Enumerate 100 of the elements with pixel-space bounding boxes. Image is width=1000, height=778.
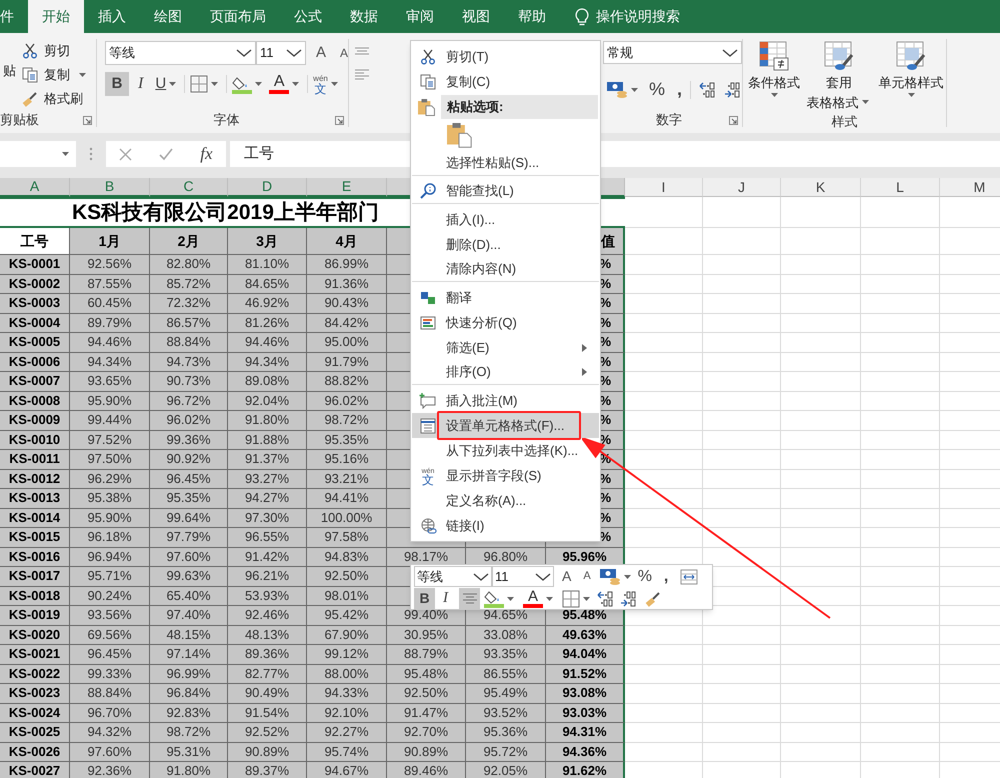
caret-icon[interactable] [330,82,338,86]
caret-icon[interactable] [631,88,638,92]
ribbon-tab[interactable]: 审阅 [392,0,448,33]
copy-icon[interactable] [22,67,38,83]
fill-bucket-icon[interactable] [232,74,252,94]
caret-icon[interactable] [292,82,300,86]
ribbon-tab[interactable]: 帮助 [504,0,560,33]
caret-icon[interactable] [169,82,176,86]
chevron-down-icon[interactable] [236,48,252,58]
menu-item[interactable]: 排序(O) [412,360,599,385]
comma-button[interactable]: , [677,76,682,103]
italic-button[interactable]: I [138,72,144,96]
font-color-button[interactable]: A [269,74,290,94]
globe-icon[interactable] [420,518,436,534]
chevron-down-icon[interactable] [286,48,302,58]
column-header[interactable]: I [625,178,703,197]
number-format-dropdown[interactable]: 常规 [603,41,742,64]
font-color-button[interactable]: A [523,589,543,608]
ribbon-tab[interactable]: 开始 [28,0,84,33]
caret-icon[interactable] [79,73,86,77]
menu-item[interactable]: 链接(I) [412,513,494,538]
column-header[interactable]: B [70,178,150,197]
menu-item[interactable]: 智能查找(L) [412,179,599,204]
format-cells-icon[interactable] [420,418,436,434]
percent-button[interactable]: % [638,564,652,588]
decrease-decimal-icon[interactable] [724,81,742,98]
menu-item[interactable]: 快速分析(Q) [412,310,527,335]
menu-item[interactable]: 复制(C) [412,69,500,94]
font-name-dropdown[interactable]: 等线 [414,566,492,587]
table-format-button[interactable]: 表格格式 [806,92,859,112]
cell-styles-button[interactable]: 单元格样式 [878,73,944,92]
check-icon[interactable] [159,148,174,160]
caret-icon[interactable] [624,574,631,578]
comment-icon[interactable] [419,392,437,408]
search-icon[interactable] [420,183,436,199]
column-header[interactable]: L [861,178,940,197]
tell-me-search[interactable]: 操作说明搜索 [596,6,680,27]
bold-button[interactable]: B [105,72,129,96]
format-painter-button[interactable]: 格式刷 [44,89,83,109]
menu-item[interactable]: 剪切(T) [412,44,499,69]
column-header[interactable]: E [307,178,387,197]
column-header[interactable]: C [150,178,228,197]
cut-button[interactable]: 剪切 [44,41,70,61]
column-header[interactable]: J [703,178,781,197]
copy-button[interactable]: 复制 [44,65,70,85]
underline-button[interactable]: U [155,72,166,96]
shrink-font-button[interactable]: A [583,568,591,585]
align-left-icon[interactable] [355,69,370,80]
caret-icon[interactable] [546,596,553,600]
scissors-icon[interactable] [22,43,38,59]
comma-button[interactable]: , [664,564,668,588]
dialog-launcher-icon[interactable] [729,116,738,124]
copy-icon[interactable] [420,74,436,90]
borders-icon[interactable] [190,75,208,93]
grow-font-button[interactable]: A [562,566,572,587]
chevron-down-icon[interactable] [722,48,738,58]
ribbon-tab[interactable]: 件 [0,0,28,33]
scissors-icon[interactable] [420,48,436,64]
translate-icon[interactable] [420,290,436,306]
paintbrush-icon[interactable] [22,91,38,107]
increase-decimal-icon[interactable] [597,590,614,607]
chevron-down-icon[interactable] [473,572,489,582]
font-size-dropdown[interactable]: 11 [256,41,306,65]
grow-font-button[interactable]: A [316,42,326,64]
bold-button[interactable]: B [414,588,435,609]
phonetic-button[interactable]: wén 文 [313,74,328,94]
ribbon-tab[interactable]: 视图 [448,0,504,33]
caret-icon[interactable] [770,92,778,96]
caret-icon[interactable] [255,82,262,86]
paste-button[interactable]: 贴 [3,61,16,80]
increase-decimal-icon[interactable] [699,81,716,98]
menu-item[interactable]: 清除内容(N) [412,257,599,282]
lightbulb-icon[interactable] [574,8,590,26]
percent-button[interactable]: % [649,76,666,103]
caret-icon[interactable] [583,596,590,600]
align-top-icon[interactable] [355,47,370,55]
caret-icon[interactable] [211,82,218,86]
conditional-format-icon[interactable] [759,41,790,71]
font-size-dropdown[interactable]: 11 [492,566,554,587]
decrease-decimal-icon[interactable] [620,590,637,607]
chevron-down-icon[interactable] [535,572,551,582]
borders-icon[interactable] [562,590,580,608]
currency-icon[interactable] [598,567,621,586]
menu-item[interactable]: 选择性粘贴(S)... [412,151,599,176]
menu-item[interactable]: 设置单元格格式(F)... [412,413,599,438]
menu-item[interactable]: 翻译 [412,285,482,310]
menu-item[interactable]: 删除(D)... [412,232,511,257]
insert-function-button[interactable]: fx [200,141,213,167]
ribbon-tab[interactable]: 绘图 [140,0,196,33]
caret-icon[interactable] [908,92,915,96]
column-header[interactable]: A [0,178,70,197]
table-format-icon[interactable] [824,41,854,71]
ribbon-tab[interactable]: 页面布局 [196,0,280,33]
font-name-dropdown[interactable]: 等线 [105,41,256,65]
caret-icon[interactable] [62,152,69,156]
column-header[interactable]: K [781,178,861,197]
column-header[interactable]: M [940,178,1000,197]
paintbrush-icon[interactable] [645,590,661,606]
ribbon-tab[interactable]: 插入 [84,0,140,33]
shrink-font-button[interactable]: A [340,44,348,62]
